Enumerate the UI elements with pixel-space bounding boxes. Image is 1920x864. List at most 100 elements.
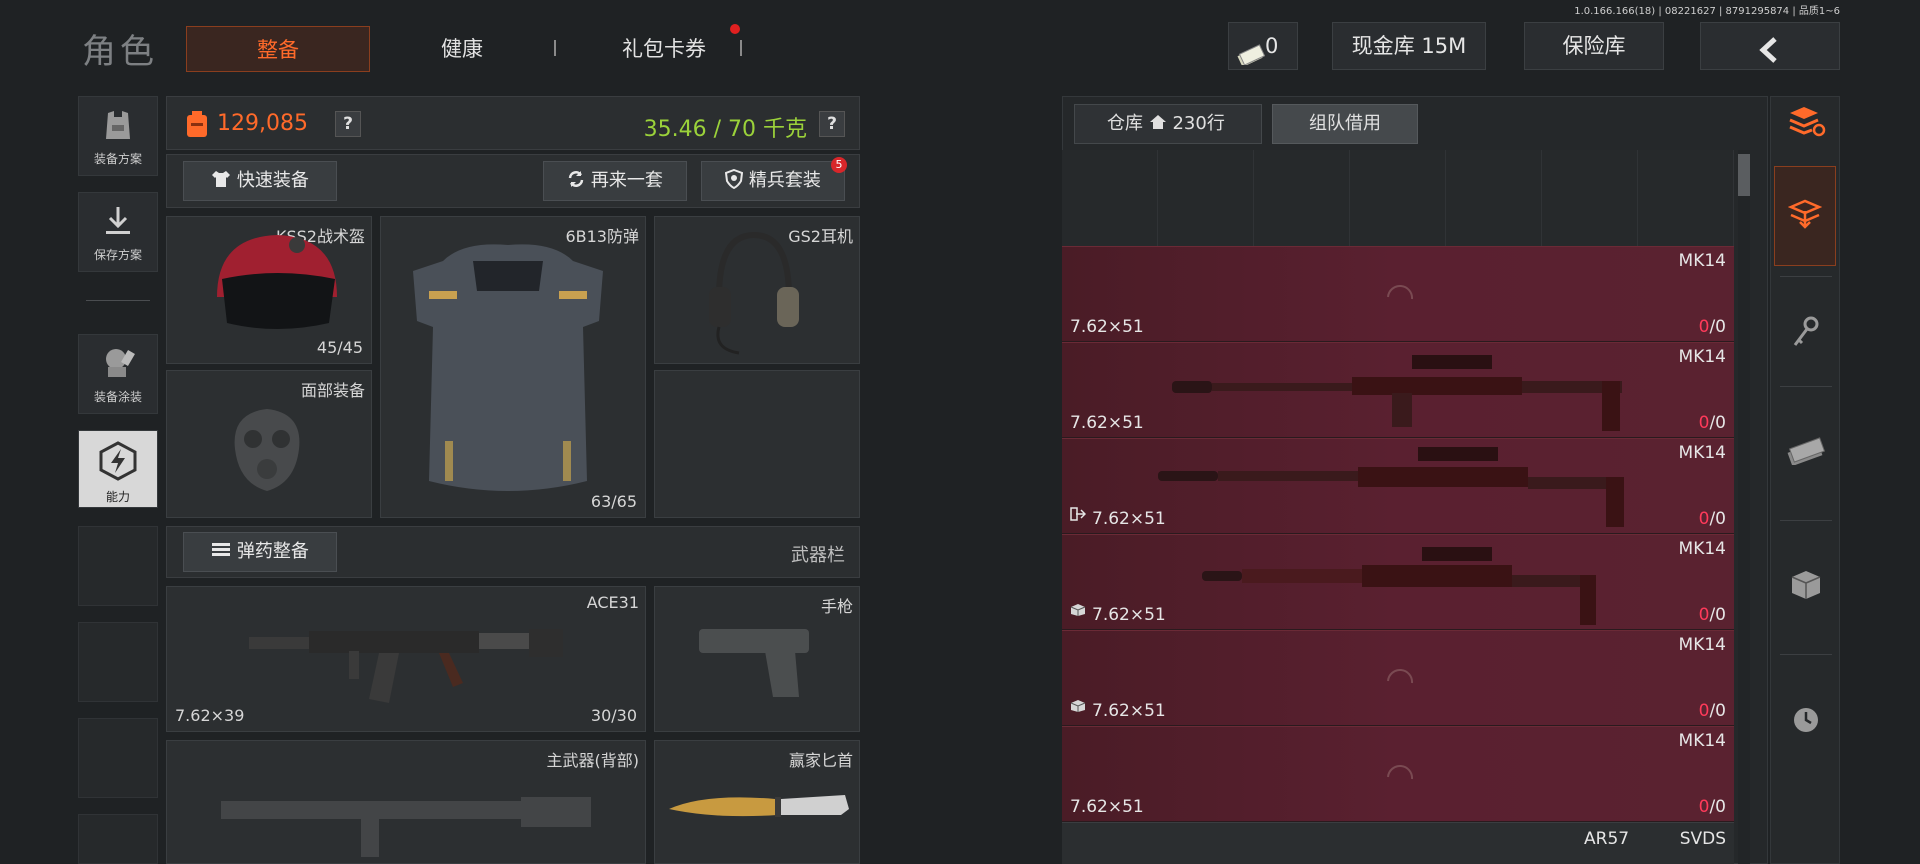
sidebar-empty-slot bbox=[78, 718, 158, 798]
sidebar-item-label: 能力 bbox=[105, 490, 130, 504]
helmet-slot[interactable]: KSS2战术盔 45/45 bbox=[166, 216, 372, 364]
back-button[interactable] bbox=[1700, 22, 1840, 70]
box-button[interactable] bbox=[1776, 526, 1836, 648]
weapon-bar: 弹药整备 武器栏 bbox=[166, 526, 860, 578]
loading-spinner-icon bbox=[1380, 757, 1420, 801]
loading-spinner-icon bbox=[1380, 277, 1420, 321]
scrollbar-thumb[interactable] bbox=[1738, 154, 1750, 196]
sidebar-divider bbox=[1780, 654, 1832, 655]
tab-equip[interactable]: 整备 bbox=[186, 26, 370, 72]
layers-download-icon bbox=[1787, 197, 1823, 235]
warehouse-item[interactable]: MK14 7.62×51 0/0 bbox=[1062, 726, 1734, 822]
cash-stack-icon bbox=[1237, 35, 1266, 81]
sidebar-item-ability[interactable]: 能力 bbox=[78, 430, 158, 508]
sidebar-empty-slot bbox=[78, 622, 158, 702]
rifle-icon bbox=[249, 603, 569, 717]
tab-gift-cards[interactable]: 礼包卡券 bbox=[580, 26, 748, 72]
money-help-button[interactable]: ? bbox=[335, 111, 361, 137]
sidebar-item-loadout-plan[interactable]: 装备方案 bbox=[78, 96, 158, 176]
sidebar-item-save-plan[interactable]: 保存方案 bbox=[78, 192, 158, 272]
box-icon bbox=[1790, 569, 1822, 605]
pistol-icon bbox=[695, 621, 815, 705]
notification-dot bbox=[730, 24, 740, 34]
elite-set-button[interactable]: 精兵套装 bbox=[701, 161, 845, 201]
paint-icon bbox=[79, 345, 157, 384]
loading-spinner-icon bbox=[1380, 661, 1420, 705]
empty-gear-slot[interactable] bbox=[654, 370, 860, 518]
item-name: SVDS bbox=[1679, 829, 1726, 849]
back-arrow-icon bbox=[1757, 33, 1783, 79]
body-armor-icon bbox=[403, 231, 613, 505]
primary-weapon-slot[interactable]: ACE31 7.62×39 30/30 bbox=[166, 586, 646, 732]
sniper-rifle-icon bbox=[1158, 441, 1638, 535]
sniper-rifle-icon bbox=[1172, 345, 1632, 439]
exit-icon bbox=[1070, 506, 1087, 525]
safe-box-button[interactable]: 保险库 bbox=[1524, 22, 1664, 70]
knife-name: 赢家匕首 bbox=[788, 751, 853, 770]
sidebar-item-label: 装备方案 bbox=[93, 152, 142, 166]
warehouse-scrollbar[interactable] bbox=[1738, 150, 1750, 864]
warehouse-row-partial[interactable]: AR57 SVDS bbox=[1062, 822, 1734, 864]
tab-divider bbox=[740, 40, 742, 56]
sort-stack-button[interactable] bbox=[1776, 96, 1836, 152]
item-name: AR57 bbox=[1584, 829, 1630, 849]
warehouse-tab[interactable]: 仓库 230行 bbox=[1074, 104, 1262, 144]
stats-bar: 129,085 ? 35.46 / 70 千克 ? bbox=[166, 96, 860, 150]
ability-icon bbox=[79, 441, 157, 484]
redo-set-button[interactable]: 再来一套 bbox=[543, 161, 687, 201]
key-icon bbox=[1791, 315, 1821, 353]
sidebar-divider bbox=[86, 300, 150, 301]
warehouse-item[interactable]: MK14 7.62×51 0/0 bbox=[1062, 438, 1734, 534]
sidebar-empty-slot bbox=[78, 814, 158, 864]
refresh-icon bbox=[567, 170, 591, 191]
sidebar-item-label: 保存方案 bbox=[93, 248, 142, 262]
tab-health[interactable]: 健康 bbox=[400, 26, 524, 72]
sidebar-divider bbox=[1780, 386, 1832, 387]
key-button[interactable] bbox=[1776, 276, 1836, 392]
headset-slot[interactable]: GS2耳机 bbox=[654, 216, 860, 364]
rifle-silhouette-icon bbox=[221, 781, 601, 863]
warehouse-item[interactable]: MK14 7.62×51 0/0 bbox=[1062, 342, 1734, 438]
vest-icon bbox=[79, 107, 157, 146]
quick-equip-button[interactable]: 快速装备 bbox=[183, 161, 337, 201]
face-slot[interactable]: 面部装备 bbox=[166, 370, 372, 518]
cash-button[interactable] bbox=[1776, 392, 1836, 512]
cash-vault-button[interactable]: 现金库 15M bbox=[1332, 22, 1486, 70]
pistol-slot[interactable]: 手枪 bbox=[654, 586, 860, 732]
history-button[interactable] bbox=[1776, 660, 1836, 784]
knife-icon bbox=[665, 787, 855, 831]
warehouse-item[interactable]: MK14 7.62×51 0/0 bbox=[1062, 246, 1734, 342]
weapon-bar-label: 武器栏 bbox=[791, 545, 845, 566]
back-weapon-slot[interactable]: 主武器(背部) bbox=[166, 740, 646, 864]
shirt-icon bbox=[211, 170, 237, 191]
page-title: 角色 bbox=[82, 32, 158, 72]
face-slot-label: 面部装备 bbox=[300, 381, 365, 400]
armor-durability: 63/65 bbox=[590, 492, 637, 511]
backpack-icon bbox=[183, 109, 211, 143]
team-borrow-tab[interactable]: 组队借用 bbox=[1272, 104, 1418, 144]
cash-stack-icon bbox=[1785, 435, 1827, 469]
warehouse-item[interactable]: MK14 7.62×51 0/0 bbox=[1062, 630, 1734, 726]
helmet-durability: 45/45 bbox=[316, 338, 363, 357]
armor-slot[interactable]: 6B13防弹 63/65 bbox=[380, 216, 646, 518]
clock-icon bbox=[1792, 706, 1820, 738]
weight-value: 35.46 / 70 千克 bbox=[643, 117, 807, 142]
warehouse-item[interactable]: MK14 7.62×51 0/0 bbox=[1062, 534, 1734, 630]
knife-slot[interactable]: 赢家匕首 bbox=[654, 740, 860, 864]
layered-stack-button[interactable] bbox=[1774, 166, 1836, 266]
primary-weapon-caliber: 7.62×39 bbox=[175, 706, 245, 725]
ammo-icon bbox=[211, 541, 237, 562]
primary-weapon-ammo: 30/30 bbox=[590, 706, 637, 725]
sniper-rifle-icon bbox=[1202, 539, 1622, 633]
download-icon bbox=[79, 203, 157, 242]
headset-icon bbox=[699, 227, 809, 361]
action-bar: 快速装备 再来一套 精兵套装 5 bbox=[166, 154, 860, 208]
back-weapon-label: 主武器(背部) bbox=[546, 751, 640, 770]
sidebar-item-paint[interactable]: 装备涂装 bbox=[78, 334, 158, 414]
ammo-prep-button[interactable]: 弹药整备 bbox=[183, 532, 337, 572]
weight-help-button[interactable]: ? bbox=[819, 111, 845, 137]
elite-set-badge: 5 bbox=[831, 157, 847, 173]
warehouse-empty-row bbox=[1062, 150, 1734, 246]
cash-count: 0 bbox=[1265, 34, 1279, 58]
helmet-icon bbox=[197, 227, 347, 341]
